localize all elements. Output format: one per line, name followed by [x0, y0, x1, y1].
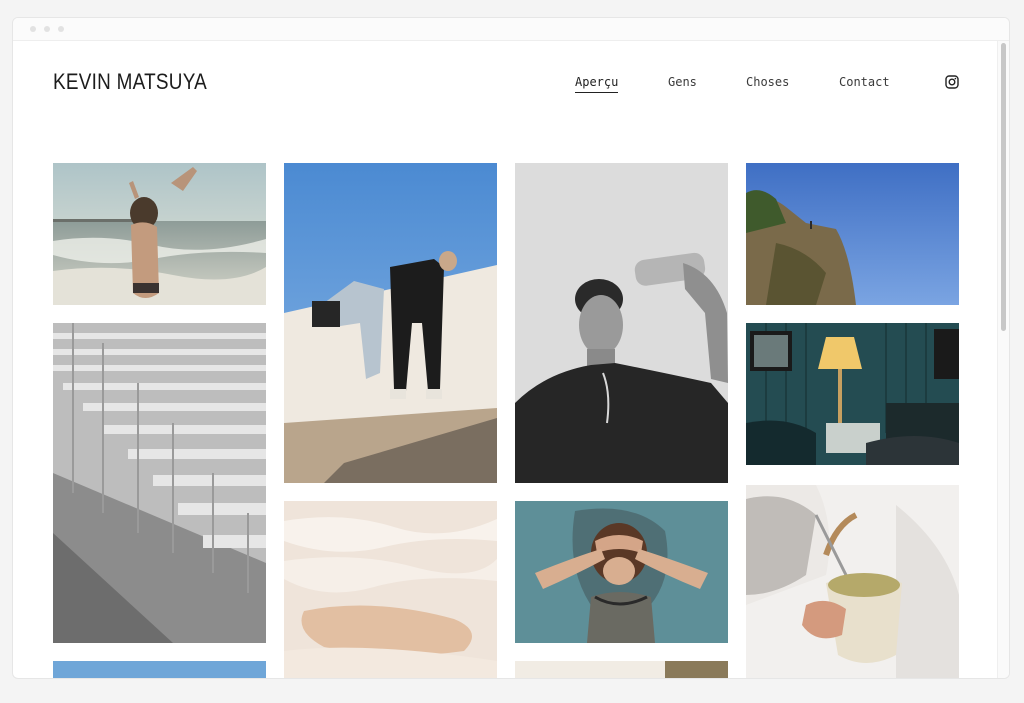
photo-salt-terraces[interactable]: [284, 501, 497, 678]
photo-blue-wide-bottom[interactable]: [53, 661, 266, 678]
window-dot-icon[interactable]: [30, 26, 36, 32]
nav-item-contact[interactable]: Contact: [839, 75, 890, 89]
scrollbar-thumb[interactable]: [1001, 43, 1006, 331]
page-content: KEVIN MATSUYA Aperçu Gens Choses Contact: [13, 41, 1009, 678]
photo-bleachers[interactable]: [53, 323, 266, 643]
photo-beach-waves[interactable]: [53, 163, 266, 305]
photo-cliff-sky[interactable]: [746, 163, 959, 305]
nav-item-apercu[interactable]: Aperçu: [575, 75, 619, 93]
photo-woman-hands-face[interactable]: [515, 501, 728, 643]
photo-water-bottle-portrait[interactable]: [515, 163, 728, 483]
photo-wall-climbers[interactable]: [284, 163, 497, 483]
site-title[interactable]: KEVIN MATSUYA: [53, 69, 207, 95]
window-dot-icon[interactable]: [44, 26, 50, 32]
photo-partial-bottom[interactable]: [515, 661, 728, 678]
browser-window: KEVIN MATSUYA Aperçu Gens Choses Contact: [12, 17, 1010, 679]
window-dot-icon[interactable]: [58, 26, 64, 32]
photo-lamp-room[interactable]: [746, 323, 959, 465]
photo-teapot-cup[interactable]: [746, 485, 959, 678]
nav-item-gens[interactable]: Gens: [668, 75, 697, 89]
scrollbar[interactable]: [997, 41, 1009, 678]
instagram-icon[interactable]: [945, 75, 959, 89]
nav-item-choses[interactable]: Choses: [746, 75, 789, 89]
window-titlebar: [13, 18, 1009, 41]
